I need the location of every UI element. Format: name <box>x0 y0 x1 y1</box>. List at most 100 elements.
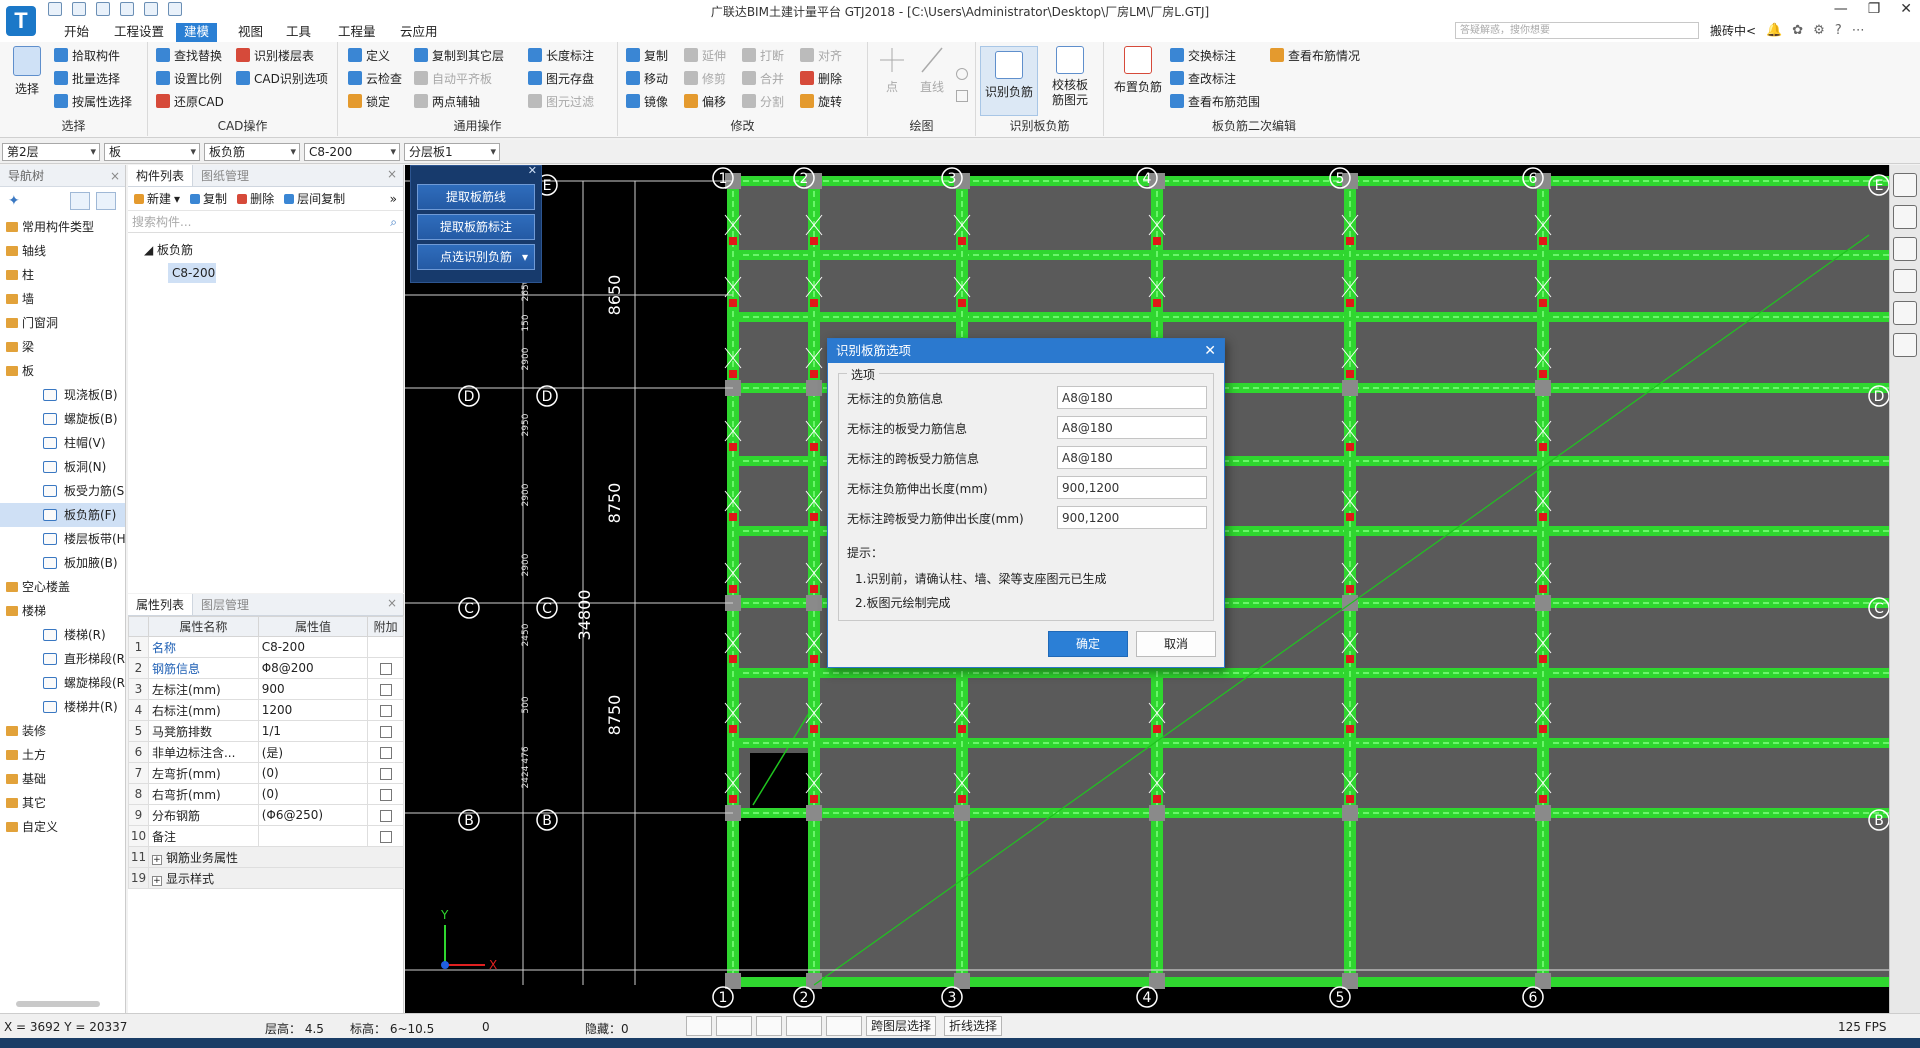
rect-icon[interactable] <box>956 90 968 102</box>
help-icon[interactable]: ? <box>1835 23 1842 38</box>
span-length-input[interactable] <box>1057 506 1207 529</box>
nav-sub-item[interactable]: 板洞(N) <box>0 455 125 479</box>
slab-rebar-input[interactable] <box>1057 416 1207 439</box>
copy-button[interactable]: 复制 <box>626 46 668 64</box>
negative-rebar-input[interactable] <box>1057 386 1207 409</box>
dynamic-input-icon[interactable] <box>826 1016 862 1036</box>
tab-modeling[interactable]: 建模 <box>176 23 218 42</box>
group-title-recognize[interactable]: 识别板负筋 <box>976 117 1103 134</box>
auto-flush-button[interactable]: 自动平齐板 <box>414 69 492 87</box>
checkbox[interactable] <box>379 683 392 696</box>
break-button[interactable]: 打断 <box>742 46 784 64</box>
nav-item[interactable]: 装修 <box>0 719 125 743</box>
nav-item[interactable]: 其它 <box>0 791 125 815</box>
tab-drawing-management[interactable]: 图纸管理 <box>193 165 257 186</box>
tab-tools[interactable]: 工具 <box>278 23 319 42</box>
extract-rebar-lines-button[interactable]: 提取板筋线 <box>417 184 535 210</box>
batch-select-button[interactable]: 批量选择 <box>54 69 120 87</box>
cloud-check-button[interactable]: 云检查 <box>348 69 402 87</box>
tab-start[interactable]: 开始 <box>56 23 97 42</box>
category-select[interactable]: 板 <box>104 143 200 161</box>
copy-to-other-floor-button[interactable]: 复制到其它层 <box>414 46 504 64</box>
mirror-button[interactable]: 镜像 <box>626 92 668 110</box>
trim-button[interactable]: 修剪 <box>684 69 726 87</box>
ok-button[interactable]: 确定 <box>1048 631 1128 657</box>
component-search-input[interactable]: 搜索构件... ⌕ <box>128 211 403 233</box>
menu-dots-icon[interactable]: ⋯ <box>1852 23 1865 38</box>
table-row[interactable]: 4 右标注(mm) 1200 <box>128 699 404 721</box>
property-value[interactable] <box>257 825 369 847</box>
nav-item[interactable]: 基础 <box>0 767 125 791</box>
property-value[interactable]: 1/1 <box>257 720 369 742</box>
group-title-draw[interactable]: 绘图 <box>868 117 975 134</box>
tab-component-list[interactable]: 构件列表 <box>128 165 194 186</box>
tree-leaf-selected[interactable]: C8-200 <box>168 263 216 283</box>
property-value[interactable]: C8-200 <box>257 636 369 658</box>
close-icon[interactable]: × <box>110 165 120 187</box>
table-row[interactable]: 5 马凳筋排数 1/1 <box>128 720 404 742</box>
checkbox[interactable] <box>379 662 392 675</box>
edit-label-button[interactable]: 查改标注 <box>1170 69 1236 87</box>
nav-sub-item[interactable]: 螺旋梯段(R) <box>0 671 125 695</box>
top-view-icon[interactable] <box>1893 237 1917 261</box>
pick-component-button[interactable]: 拾取构件 <box>54 46 120 64</box>
tab-view[interactable]: 视图 <box>230 23 271 42</box>
nav-sub-item[interactable]: 楼梯(R) <box>0 623 125 647</box>
span-rebar-input[interactable] <box>1057 446 1207 469</box>
negative-length-input[interactable] <box>1057 476 1207 499</box>
property-value[interactable]: 900 <box>257 678 369 700</box>
nav-item[interactable]: 土方 <box>0 743 125 767</box>
place-rebar-button[interactable]: 布置负筋 <box>1110 46 1166 95</box>
two-point-axis-button[interactable]: 两点辅轴 <box>414 92 480 110</box>
orbit-icon[interactable] <box>1893 173 1917 197</box>
merge-button[interactable]: 合并 <box>742 69 784 87</box>
ortho-icon[interactable] <box>686 1016 712 1036</box>
nav-item[interactable]: 常用构件类型 <box>0 215 125 239</box>
arc-icon[interactable] <box>956 68 968 80</box>
table-row[interactable]: 1 名称 C8-200 <box>128 636 404 658</box>
property-value[interactable]: (Φ6@250) <box>257 804 369 826</box>
element-filter-button[interactable]: 图元过滤 <box>528 92 594 110</box>
table-row[interactable]: 9 分布钢筋 (Φ6@250) <box>128 804 404 826</box>
rotate-button[interactable]: 旋转 <box>800 92 842 110</box>
bell-icon[interactable]: 🔔 <box>1766 23 1782 38</box>
view-range-button[interactable]: 查看布筋范围 <box>1170 92 1260 110</box>
align-button[interactable]: 对齐 <box>800 46 842 64</box>
search-icon[interactable]: ⌕ <box>390 211 397 233</box>
settings-icon[interactable]: ⚙ <box>1813 23 1825 38</box>
gift-icon[interactable]: ✿ <box>1792 23 1803 38</box>
nav-item[interactable]: 梁 <box>0 335 125 359</box>
nav-item[interactable]: 柱 <box>0 263 125 287</box>
close-icon[interactable]: ✕ <box>1900 1 1912 17</box>
nav-sub-item[interactable]: 板受力筋(S) <box>0 479 125 503</box>
table-row[interactable]: 2 钢筋信息 Φ8@200 <box>128 657 404 679</box>
select-button[interactable]: 选择 <box>8 46 46 97</box>
tab-layer-management[interactable]: 图层管理 <box>193 594 257 615</box>
length-dim-button[interactable]: 长度标注 <box>528 46 594 64</box>
nav-item[interactable]: 自定义 <box>0 815 125 839</box>
view-3d-icon[interactable] <box>1893 205 1917 229</box>
checkbox[interactable] <box>379 788 392 801</box>
dropdown-arrow-icon[interactable]: ▾ <box>522 245 528 269</box>
copy-component-button[interactable]: 复制 <box>190 190 227 207</box>
property-value[interactable]: 1200 <box>257 699 369 721</box>
floor-select[interactable]: 第2层 <box>2 143 100 161</box>
more-icon[interactable]: » <box>390 192 397 206</box>
restore-icon[interactable]: ❐ <box>1868 1 1881 17</box>
polyline-select-button[interactable]: 折线选择 <box>944 1016 1003 1036</box>
close-icon[interactable]: × <box>387 167 397 181</box>
nav-item[interactable]: 门窗洞 <box>0 311 125 335</box>
tree-root[interactable]: ◢ 板负筋 <box>128 239 403 261</box>
point-button[interactable]: 点 <box>874 46 910 95</box>
nav-item[interactable]: 空心楼盖 <box>0 575 125 599</box>
layer-select[interactable]: 分层板1 <box>404 143 500 161</box>
list-view-icon[interactable] <box>69 192 90 210</box>
group-title-select[interactable]: 选择 <box>0 117 147 134</box>
type-select[interactable]: 板负筋 <box>204 143 300 161</box>
component-select[interactable]: C8-200 <box>304 143 400 161</box>
nav-sub-item[interactable]: 楼层板带(H) <box>0 527 125 551</box>
point-recognize-button[interactable]: 点选识别负筋 ▾ <box>417 244 535 270</box>
angle-icon[interactable] <box>786 1016 822 1036</box>
cancel-button[interactable]: 取消 <box>1136 631 1216 657</box>
cross-icon[interactable] <box>756 1016 782 1036</box>
